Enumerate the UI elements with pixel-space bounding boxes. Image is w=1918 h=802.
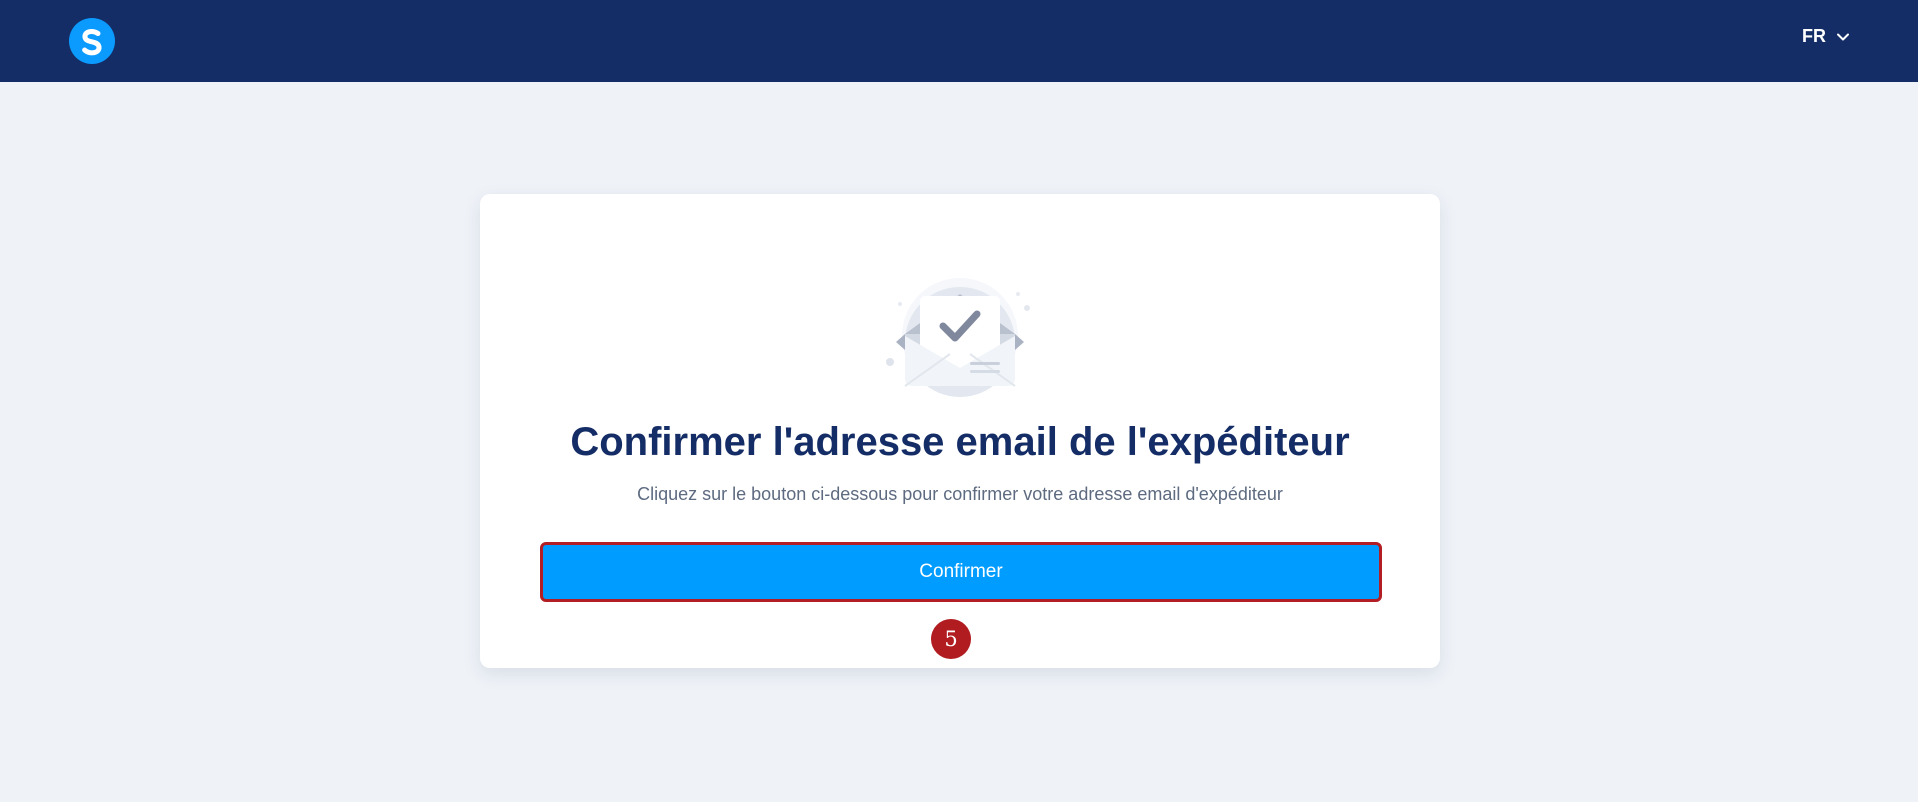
logo-s-icon <box>82 28 102 56</box>
confirm-button[interactable]: Confirmer <box>540 542 1382 602</box>
confirmation-card: Confirmer l'adresse email de l'expéditeu… <box>480 194 1440 668</box>
chevron-down-icon <box>1837 33 1849 40</box>
step-number-badge: 5 <box>931 619 971 659</box>
top-navbar: FR <box>0 0 1918 82</box>
language-selector[interactable]: FR <box>1802 26 1850 47</box>
page-title: Confirmer l'adresse email de l'expéditeu… <box>570 420 1350 464</box>
envelope-check-icon <box>886 278 1030 397</box>
language-label: FR <box>1802 26 1826 46</box>
brand-logo[interactable] <box>69 18 115 64</box>
page-subtitle: Cliquez sur le bouton ci-dessous pour co… <box>637 484 1283 504</box>
